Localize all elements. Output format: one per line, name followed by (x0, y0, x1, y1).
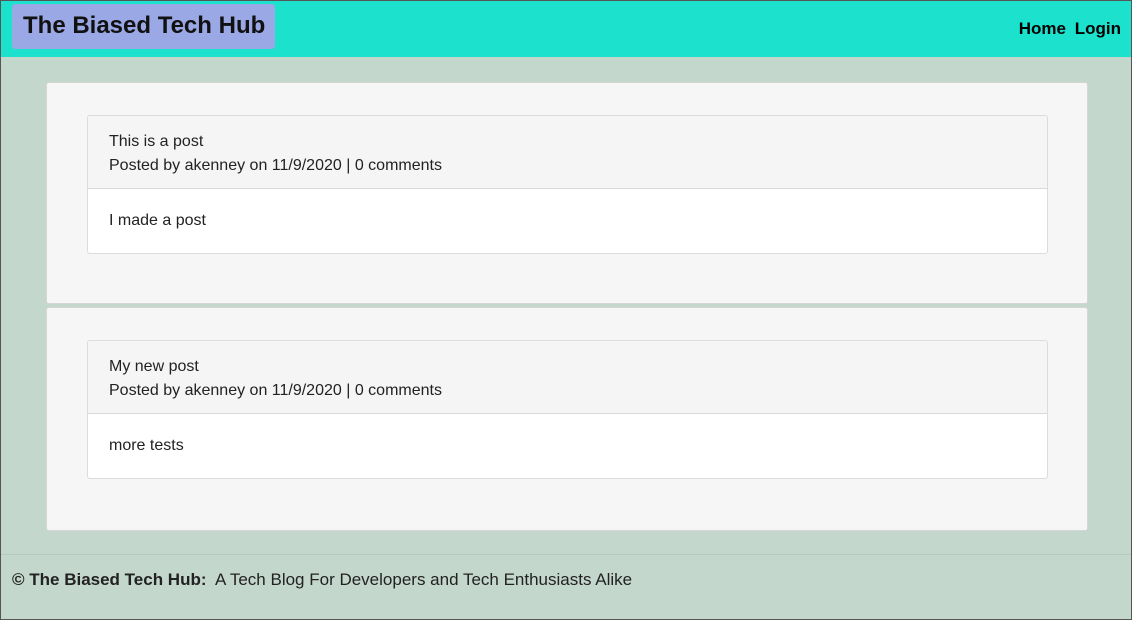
footer-tagline: A Tech Blog For Developers and Tech Enth… (215, 570, 633, 589)
post-body: more tests (109, 437, 184, 454)
post-header: This is a post Posted by akenney on 11/9… (88, 116, 1047, 189)
site-header: The Biased Tech Hub Home Login (1, 1, 1131, 57)
site-brand-link[interactable]: The Biased Tech Hub (12, 4, 275, 49)
post-title: This is a post (109, 133, 204, 150)
post-body: I made a post (109, 212, 206, 229)
post-header: My new post Posted by akenney on 11/9/20… (88, 341, 1047, 414)
nav-login-link[interactable]: Login (1075, 19, 1121, 38)
post-card[interactable]: My new post Posted by akenney on 11/9/20… (87, 340, 1048, 479)
post-meta: Posted by akenney on 11/9/2020 | 0 comme… (109, 157, 442, 174)
post-title: My new post (109, 358, 199, 375)
post-container: My new post Posted by akenney on 11/9/20… (46, 307, 1088, 531)
site-footer: © The Biased Tech Hub: A Tech Blog For D… (1, 554, 1131, 620)
footer-brand: © The Biased Tech Hub: (12, 570, 207, 589)
main-nav: Home Login (1019, 19, 1121, 39)
post-container: This is a post Posted by akenney on 11/9… (46, 82, 1088, 304)
nav-home-link[interactable]: Home (1019, 19, 1066, 38)
post-meta: Posted by akenney on 11/9/2020 | 0 comme… (109, 382, 442, 399)
post-card[interactable]: This is a post Posted by akenney on 11/9… (87, 115, 1048, 254)
